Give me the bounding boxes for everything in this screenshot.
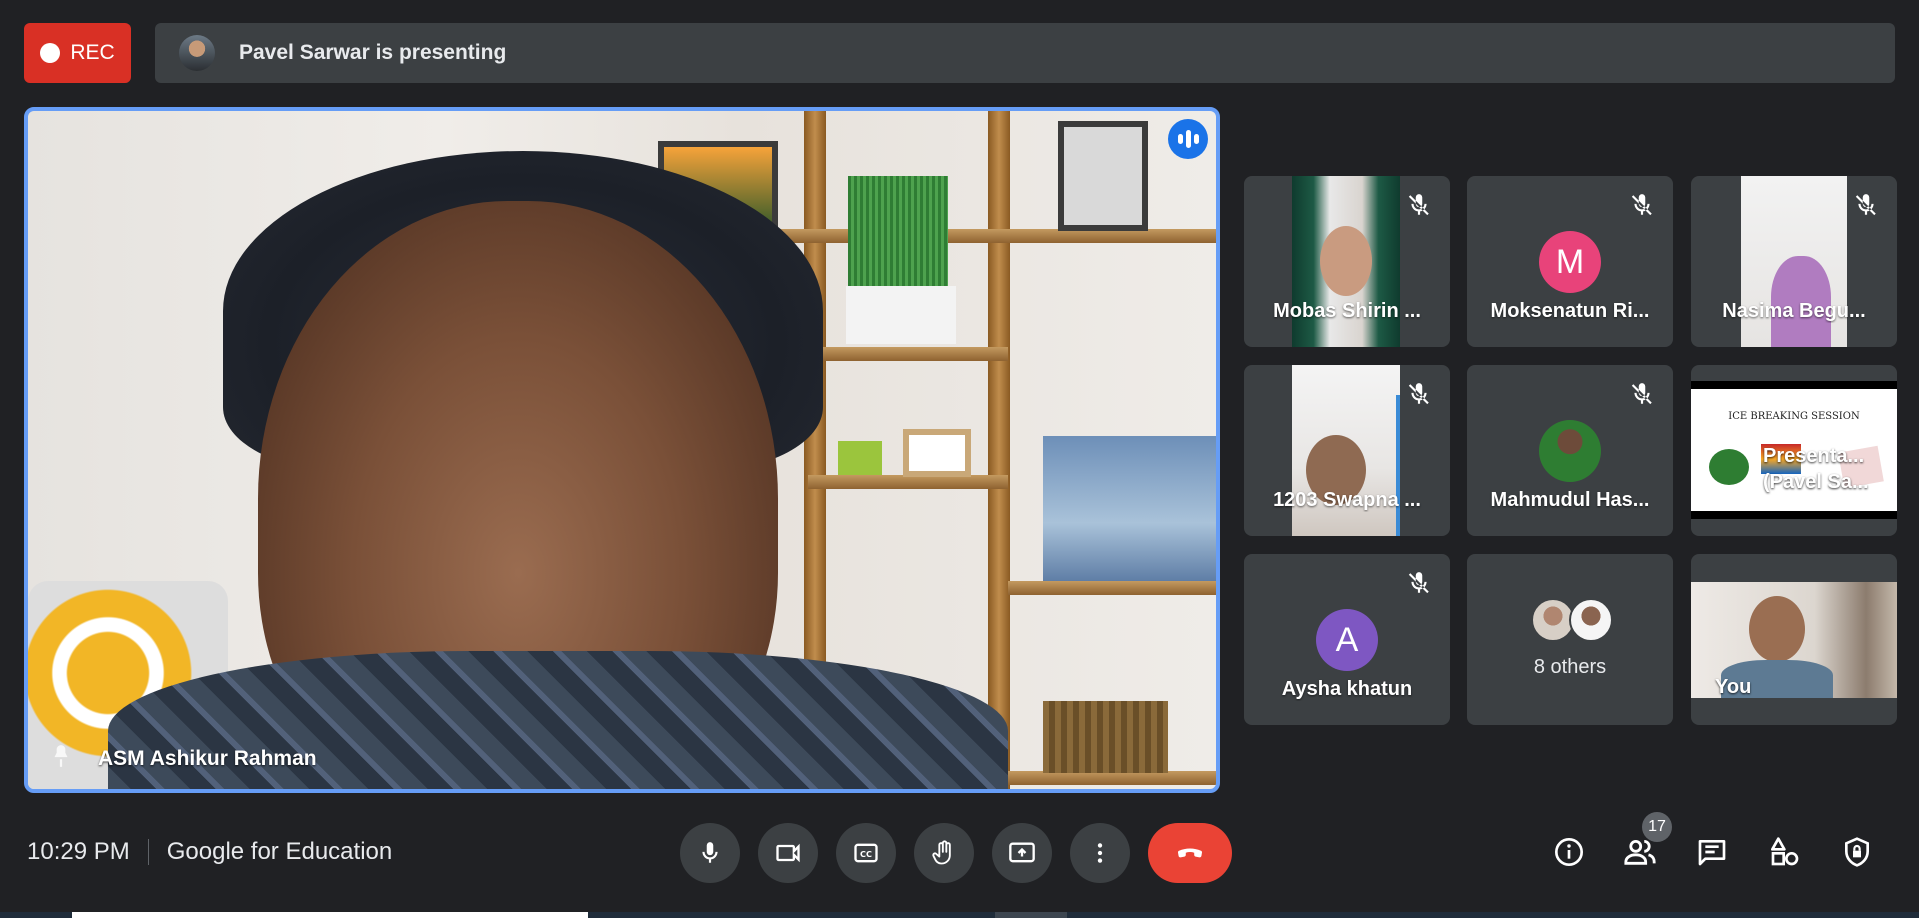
participant-tile[interactable]: M Moksenatun Ri... [1467,176,1673,347]
taskbar-item[interactable] [72,912,588,918]
wall-picture [1043,436,1216,581]
person-shirt [108,651,1008,789]
host-controls-button[interactable] [1839,834,1875,870]
activities-button[interactable] [1767,834,1803,870]
present-icon [1009,842,1035,863]
raise-hand-icon [932,840,951,865]
video-edge [1396,395,1400,536]
main-speaker-tile[interactable]: ASM Ashikur Rahman [24,107,1220,793]
taskbar-strip [0,912,1919,918]
others-tile[interactable]: 8 others [1467,554,1673,725]
more-options-button[interactable] [1070,823,1130,883]
participant-avatar: M [1539,231,1601,293]
end-call-icon [1177,848,1203,858]
participant-count-badge: 17 [1642,812,1672,842]
small-frame [903,429,971,477]
divider [147,839,149,865]
participant-name: Moksenatun Ri... [1490,300,1650,322]
basket [1043,701,1168,773]
meeting-info: 10:29 PM Google for Education [27,838,392,866]
participant-face [1320,226,1372,296]
participant-name: Nasima Begu... [1722,300,1866,322]
plant-pot [846,286,956,344]
presentation-tile[interactable]: ICE BREAKING SESSION Presenta... (Pavel … [1691,365,1897,536]
plant [848,176,948,286]
presenter-avatar [179,35,215,71]
participant-tile[interactable]: Nasima Begu... [1691,176,1897,347]
more-vert-icon [1097,843,1103,863]
mic-icon [702,842,718,863]
plant-pot [838,441,882,475]
mic-button[interactable] [680,823,740,883]
activities-icon [1771,837,1799,866]
participant-name: Mahmudul Has... [1490,489,1650,511]
self-tile[interactable]: You [1691,554,1897,725]
participant-tile[interactable]: 1203 Swapna ... [1244,365,1450,536]
mic-off-icon [1631,194,1652,216]
leave-call-button[interactable] [1148,823,1232,883]
slide-tree [1709,449,1749,485]
speaking-indicator-icon [1168,119,1208,159]
mic-off-icon [1408,572,1429,594]
main-speaker-name: ASM Ashikur Rahman [98,747,317,770]
captions-icon: CC [854,843,878,863]
raise-hand-button[interactable] [914,823,974,883]
recording-indicator[interactable]: REC [24,23,131,83]
mic-off-icon [1408,194,1429,216]
shelf-board [1008,229,1216,243]
shelf-post [988,111,1010,789]
self-name: You [1715,676,1752,698]
mic-off-icon [1631,383,1652,405]
mic-off-icon [1408,383,1429,405]
shelf-board [808,475,1008,489]
pin-icon[interactable] [48,743,74,769]
chat-icon [1698,840,1726,866]
participant-tile[interactable]: Mahmudul Has... [1467,365,1673,536]
mic-off-icon [1855,194,1876,216]
wall-picture [1058,121,1148,231]
shelf-board [1008,581,1216,595]
shelf-board [1008,771,1216,785]
participant-tile[interactable]: Mobas Shirin ... [1244,176,1450,347]
info-icon [1555,838,1583,866]
participant-name: 1203 Swapna ... [1273,489,1421,511]
rec-label: REC [70,41,115,64]
svg-text:CC: CC [860,849,872,859]
clock-time: 10:29 PM [27,838,130,865]
meeting-label: Google for Education [166,838,393,865]
participant-tile[interactable]: A Aysha khatun [1244,554,1450,725]
host-controls-icon [1845,837,1869,867]
present-button[interactable] [992,823,1052,883]
presentation-name-line2: (Pavel Sa... [1763,471,1869,493]
camera-button[interactable] [758,823,818,883]
record-dot-icon [40,43,61,63]
taskbar-item[interactable] [995,912,1067,918]
meeting-details-button[interactable] [1551,834,1587,870]
others-avatar [1569,598,1613,642]
captions-button[interactable]: CC [836,823,896,883]
presenting-banner[interactable]: Pavel Sarwar is presenting [155,23,1895,83]
presentation-name-line1: Presenta... [1763,445,1865,467]
participant-avatar: A [1316,609,1378,671]
camera-icon [776,843,800,863]
self-face [1749,596,1805,662]
presenting-text: Pavel Sarwar is presenting [239,41,507,64]
participant-name: Aysha khatun [1281,678,1413,700]
chat-button[interactable] [1694,834,1730,870]
shelf-board [808,347,1008,361]
slide-title: ICE BREAKING SESSION [1728,411,1860,422]
participant-avatar [1539,420,1601,482]
participant-name: Mobas Shirin ... [1273,300,1421,322]
others-count: 8 others [1533,656,1607,678]
